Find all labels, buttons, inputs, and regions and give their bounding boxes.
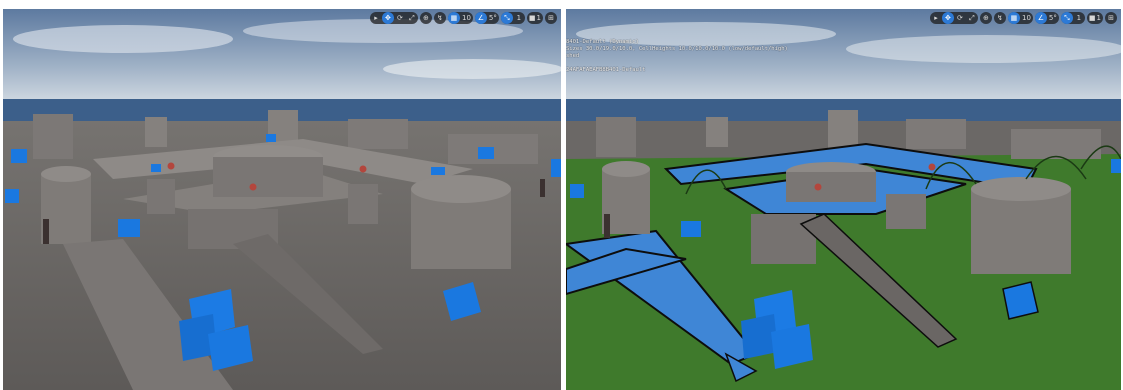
back-wall — [906, 119, 966, 149]
blue-cube — [431, 167, 445, 175]
blue-cube — [118, 219, 140, 237]
camera-value: 1 — [1096, 14, 1101, 22]
pillar-top — [41, 166, 91, 182]
back-wall — [33, 114, 73, 159]
blue-cube — [1002, 281, 1039, 320]
camera-value: 1 — [536, 14, 541, 22]
central-platform-side — [786, 172, 876, 202]
blue-cube — [1111, 159, 1121, 173]
cloud — [383, 59, 561, 79]
scale-snap-icon[interactable]: ⤡ — [500, 12, 513, 24]
grid-snap: ▦ 10 — [447, 12, 473, 24]
camera-speed[interactable]: ■ 1 — [526, 12, 543, 24]
navmesh-stats-overlay: 8401-Default (Dynamic) Sizes 30.0/19.0/10… — [566, 39, 788, 74]
angle-icon[interactable]: ∠ — [474, 12, 487, 24]
globe-icon[interactable]: ⊕ — [979, 12, 992, 24]
marker — [359, 165, 367, 173]
transform-tools: ▸ ✥ ⟳ ⤢ — [369, 12, 418, 24]
grid-value[interactable]: 10 — [460, 12, 473, 24]
grid-icon[interactable]: ▦ — [447, 12, 460, 24]
camera-icon: ■ — [528, 14, 536, 22]
back-wall — [828, 110, 858, 148]
blue-cube — [551, 159, 561, 177]
blue-cube — [11, 149, 27, 163]
blue-cube — [570, 184, 584, 198]
cloud — [13, 25, 233, 53]
marker — [928, 163, 936, 171]
grid-icon[interactable]: ▦ — [1007, 12, 1020, 24]
character — [540, 179, 545, 197]
pillar — [147, 179, 175, 214]
viewport-toolbar: ▸ ✥ ⟳ ⤢ ⊕ ↯ ▦ 10 ∠ 5° ⤡ 1 ■ 1 ⊞ — [929, 12, 1117, 24]
surface-snap-icon[interactable]: ↯ — [993, 12, 1006, 24]
layout-icon[interactable]: ⊞ — [1105, 12, 1117, 24]
layout-icon[interactable]: ⊞ — [545, 12, 557, 24]
back-wall — [1011, 129, 1101, 159]
scale-icon[interactable]: ⤢ — [966, 12, 978, 24]
character — [604, 214, 610, 238]
blue-cube — [151, 164, 161, 172]
camera-icon: ■ — [1088, 14, 1096, 22]
move-icon[interactable]: ✥ — [941, 12, 954, 24]
stats-line: Sizes 30.0/19.0/10.0, CellHeights 10.0/1… — [566, 46, 788, 52]
cloud — [846, 35, 1121, 63]
camera-speed[interactable]: ■ 1 — [1086, 12, 1103, 24]
cursor-icon[interactable]: ▸ — [930, 12, 942, 24]
back-wall — [596, 117, 636, 157]
scale-snap: ⤡ 1 — [500, 12, 525, 24]
left-viewport[interactable]: ▸ ✥ ⟳ ⤢ ⊕ ↯ ▦ 10 ∠ 5° ⤡ 1 ■ 1 ⊞ — [3, 9, 561, 390]
blue-cube — [681, 221, 701, 237]
character — [43, 219, 49, 244]
cursor-icon[interactable]: ▸ — [370, 12, 382, 24]
grid-snap: ▦ 10 — [1007, 12, 1033, 24]
scale-value[interactable]: 1 — [1073, 12, 1085, 24]
scale-value[interactable]: 1 — [513, 12, 525, 24]
pillar — [971, 189, 1071, 274]
surface-snap-icon[interactable]: ↯ — [433, 12, 446, 24]
back-wall — [348, 119, 408, 149]
angle-icon[interactable]: ∠ — [1034, 12, 1047, 24]
scale-icon[interactable]: ⤢ — [406, 12, 418, 24]
pillar — [348, 184, 378, 224]
move-icon[interactable]: ✥ — [381, 12, 394, 24]
scale-snap: ⤡ 1 — [1060, 12, 1085, 24]
rotate-icon[interactable]: ⟳ — [394, 12, 406, 24]
stats-footer: 24AFAFAEAFB8B401-Default — [566, 67, 646, 73]
pillar-top — [971, 177, 1071, 201]
rotation-value[interactable]: 5° — [487, 12, 499, 24]
back-wall — [706, 117, 728, 147]
marker — [814, 183, 822, 191]
back-wall — [145, 117, 167, 147]
pillar-top — [602, 161, 650, 177]
rotation-value[interactable]: 5° — [1047, 12, 1059, 24]
pillar — [886, 194, 926, 229]
rotation-snap: ∠ 5° — [474, 12, 499, 24]
viewport-toolbar: ▸ ✥ ⟳ ⤢ ⊕ ↯ ▦ 10 ∠ 5° ⤡ 1 ■ 1 ⊞ — [369, 12, 557, 24]
marker — [167, 162, 175, 170]
blue-cube — [5, 189, 19, 203]
stats-line: 8401-Default (Dynamic) — [566, 39, 639, 45]
pillar-top — [411, 175, 511, 203]
rotate-icon[interactable]: ⟳ — [954, 12, 966, 24]
central-platform-side — [213, 157, 323, 197]
stats-line: shed — [566, 53, 580, 59]
left-scene — [3, 9, 561, 390]
transform-tools: ▸ ✥ ⟳ ⤢ — [929, 12, 978, 24]
blue-cube — [266, 134, 276, 142]
globe-icon[interactable]: ⊕ — [419, 12, 432, 24]
right-viewport[interactable]: 8401-Default (Dynamic) Sizes 30.0/19.0/10… — [566, 9, 1121, 390]
scale-snap-icon[interactable]: ⤡ — [1060, 12, 1073, 24]
marker — [249, 183, 257, 191]
blue-cube — [478, 147, 494, 159]
grid-value[interactable]: 10 — [1020, 12, 1033, 24]
rotation-snap: ∠ 5° — [1034, 12, 1059, 24]
